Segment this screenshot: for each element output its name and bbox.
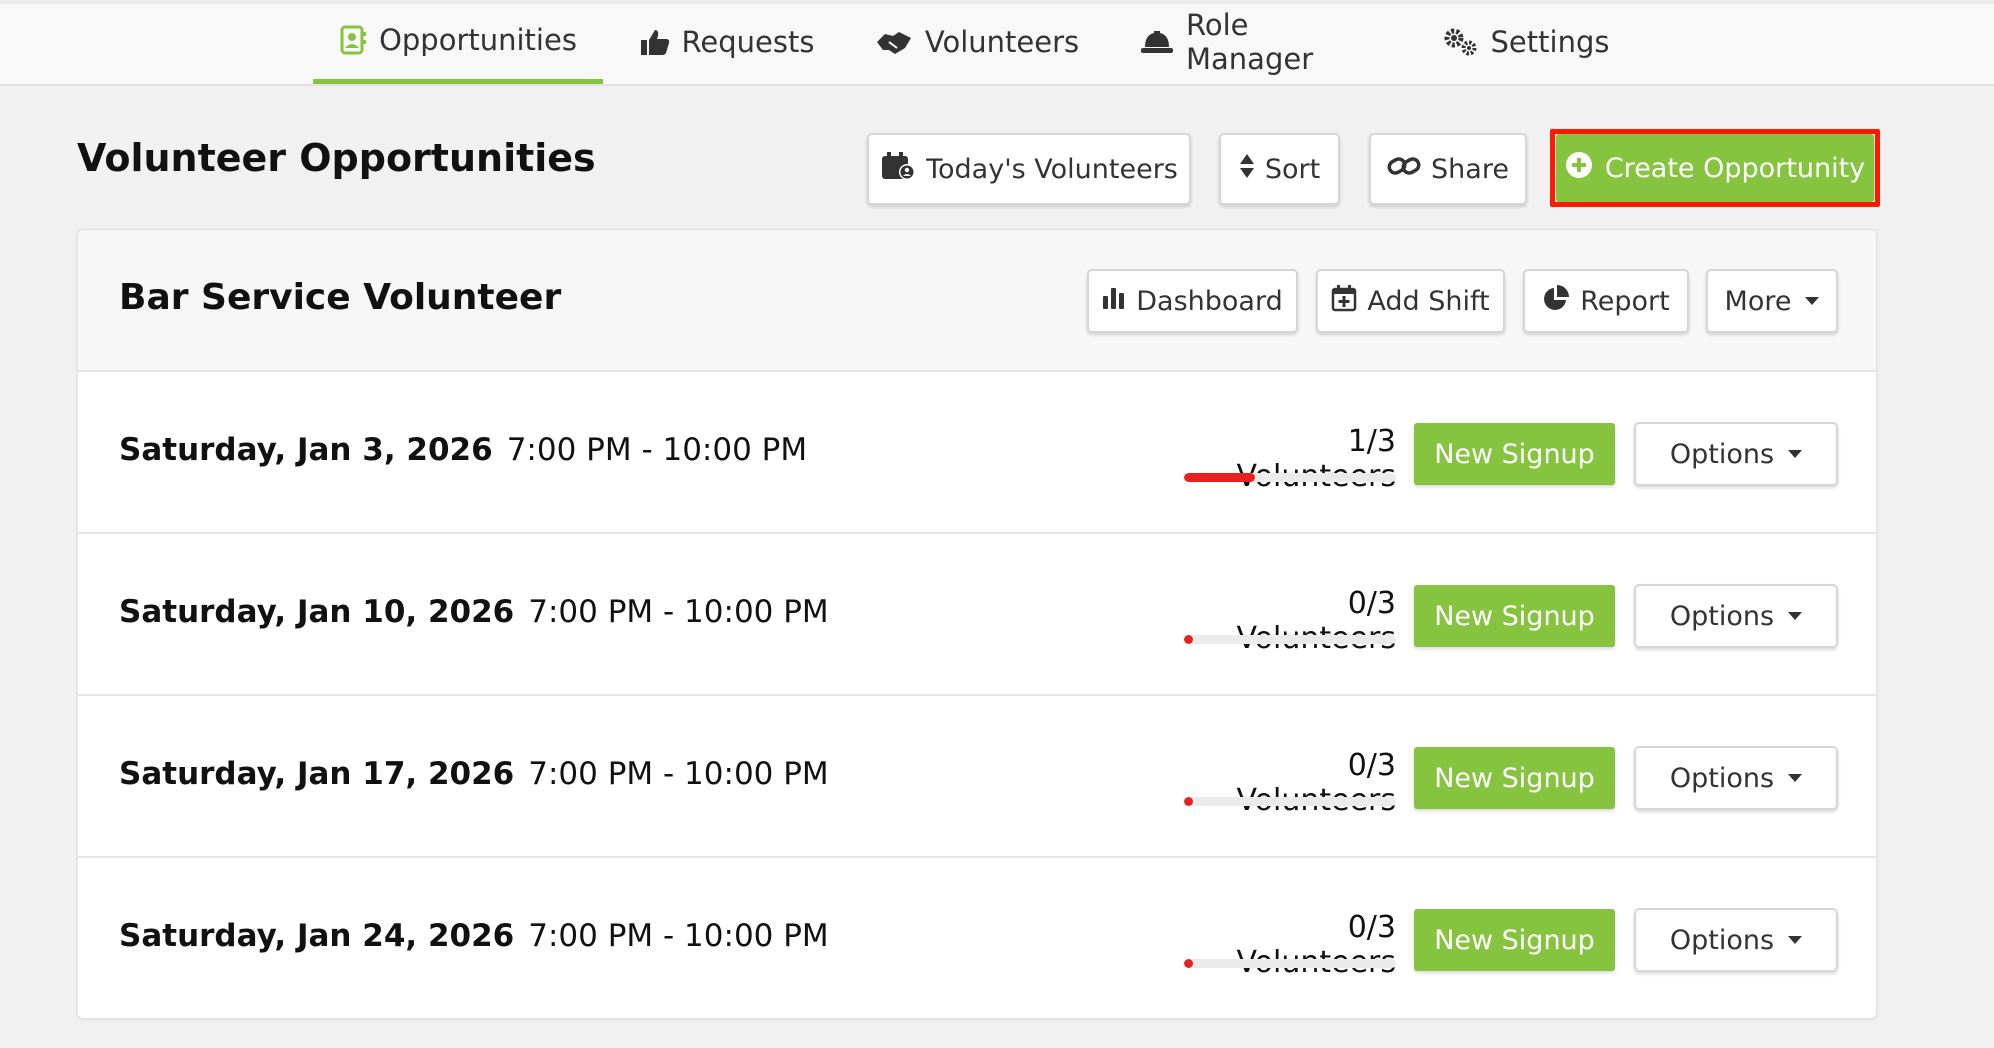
new-signup-button[interactable]: New Signup bbox=[1414, 585, 1615, 647]
caret-down-icon bbox=[1788, 936, 1803, 944]
calendar-user-icon bbox=[880, 151, 916, 188]
volunteer-progress-bar bbox=[1184, 473, 1396, 482]
shift-date: Saturday, Jan 17, 2026 bbox=[119, 756, 515, 792]
link-icon bbox=[1387, 154, 1421, 185]
sort-icon bbox=[1239, 153, 1255, 186]
shift-row: Saturday, Jan 3, 2026 7:00 PM - 10:00 PM … bbox=[78, 372, 1876, 534]
share-button[interactable]: Share bbox=[1369, 133, 1527, 205]
tab-label: Role Manager bbox=[1186, 8, 1314, 76]
volunteer-count: 1/3 Volunteers bbox=[1236, 424, 1396, 494]
tab-role-manager[interactable]: Role Manager bbox=[1140, 0, 1380, 84]
shift-date: Saturday, Jan 3, 2026 bbox=[119, 432, 493, 468]
shift-datetime: Saturday, Jan 3, 2026 7:00 PM - 10:00 PM bbox=[119, 432, 807, 468]
button-label: Share bbox=[1431, 153, 1509, 185]
caret-down-icon bbox=[1788, 612, 1803, 620]
button-label: Options bbox=[1669, 924, 1775, 956]
add-shift-button[interactable]: Add Shift bbox=[1316, 269, 1505, 333]
opportunity-title: Bar Service Volunteer bbox=[119, 277, 562, 318]
gears-icon bbox=[1443, 27, 1479, 57]
tab-label: Settings bbox=[1490, 25, 1610, 59]
top-navigation: Opportunities Requests Volunteers Role M… bbox=[0, 0, 1994, 86]
calendar-plus-icon bbox=[1331, 284, 1357, 319]
handshake-icon bbox=[875, 28, 913, 56]
button-label: Options bbox=[1669, 438, 1775, 470]
shift-time: 7:00 PM - 10:00 PM bbox=[506, 432, 808, 468]
button-label: Dashboard bbox=[1136, 285, 1283, 317]
progress-fill bbox=[1184, 959, 1193, 968]
options-button[interactable]: Options bbox=[1634, 746, 1838, 810]
shift-time: 7:00 PM - 10:00 PM bbox=[528, 756, 829, 792]
tab-label: Requests bbox=[681, 25, 815, 59]
page-title: Volunteer Opportunities bbox=[77, 136, 596, 180]
volunteer-count: 0/3 Volunteers bbox=[1236, 748, 1396, 818]
button-label: Options bbox=[1669, 762, 1775, 794]
bar-chart-icon bbox=[1102, 286, 1126, 317]
shift-time: 7:00 PM - 10:00 PM bbox=[528, 594, 829, 630]
button-label: Options bbox=[1669, 600, 1775, 632]
volunteer-count: 0/3 Volunteers bbox=[1236, 586, 1396, 656]
highlight-outline bbox=[1550, 129, 1880, 207]
sort-button[interactable]: Sort bbox=[1219, 133, 1340, 205]
volunteer-count: 0/3 Volunteers bbox=[1236, 910, 1396, 980]
dashboard-button[interactable]: Dashboard bbox=[1087, 269, 1298, 333]
options-button[interactable]: Options bbox=[1634, 908, 1838, 972]
tab-settings[interactable]: Settings bbox=[1436, 0, 1616, 84]
button-label: Today's Volunteers bbox=[926, 153, 1178, 185]
shift-datetime: Saturday, Jan 17, 2026 7:00 PM - 10:00 PM bbox=[119, 756, 829, 792]
options-button[interactable]: Options bbox=[1634, 422, 1838, 486]
options-button[interactable]: Options bbox=[1634, 584, 1838, 648]
button-label: Sort bbox=[1264, 153, 1321, 185]
contact-book-icon bbox=[339, 25, 367, 55]
shift-date: Saturday, Jan 24, 2026 bbox=[119, 918, 515, 954]
shift-row: Saturday, Jan 24, 2026 7:00 PM - 10:00 PM… bbox=[78, 858, 1876, 1018]
pie-chart-icon bbox=[1542, 284, 1570, 319]
tab-requests[interactable]: Requests bbox=[632, 0, 822, 84]
caret-down-icon bbox=[1788, 450, 1803, 458]
opportunity-header: Bar Service Volunteer Dashboard Add Shif… bbox=[78, 230, 1876, 372]
progress-fill bbox=[1184, 797, 1193, 806]
tab-label: Volunteers bbox=[924, 25, 1080, 59]
tab-opportunities[interactable]: Opportunities bbox=[313, 0, 603, 84]
progress-fill bbox=[1184, 473, 1255, 482]
more-button[interactable]: More bbox=[1706, 269, 1838, 333]
shift-datetime: Saturday, Jan 24, 2026 7:00 PM - 10:00 PM bbox=[119, 918, 829, 954]
report-button[interactable]: Report bbox=[1523, 269, 1689, 333]
shift-time: 7:00 PM - 10:00 PM bbox=[528, 918, 829, 954]
button-label: Report bbox=[1580, 285, 1670, 317]
volunteer-progress-bar bbox=[1184, 797, 1396, 806]
shift-date: Saturday, Jan 10, 2026 bbox=[119, 594, 515, 630]
caret-down-icon bbox=[1788, 774, 1803, 782]
button-label: More bbox=[1724, 285, 1792, 317]
shift-row: Saturday, Jan 17, 2026 7:00 PM - 10:00 PM… bbox=[78, 696, 1876, 858]
new-signup-button[interactable]: New Signup bbox=[1414, 909, 1615, 971]
shift-row: Saturday, Jan 10, 2026 7:00 PM - 10:00 PM… bbox=[78, 534, 1876, 696]
thumbs-up-icon bbox=[640, 28, 670, 56]
volunteer-progress-bar bbox=[1184, 959, 1396, 968]
new-signup-button[interactable]: New Signup bbox=[1414, 423, 1615, 485]
hard-hat-icon bbox=[1140, 29, 1174, 55]
todays-volunteers-button[interactable]: Today's Volunteers bbox=[867, 133, 1191, 205]
opportunity-card: Bar Service Volunteer Dashboard Add Shif… bbox=[77, 229, 1877, 1019]
shift-datetime: Saturday, Jan 10, 2026 7:00 PM - 10:00 PM bbox=[119, 594, 829, 630]
tab-volunteers[interactable]: Volunteers bbox=[872, 0, 1082, 84]
volunteer-progress-bar bbox=[1184, 635, 1396, 644]
button-label: Add Shift bbox=[1367, 285, 1490, 317]
progress-fill bbox=[1184, 635, 1193, 644]
caret-down-icon bbox=[1805, 297, 1820, 305]
new-signup-button[interactable]: New Signup bbox=[1414, 747, 1615, 809]
tab-label: Opportunities bbox=[379, 22, 577, 57]
